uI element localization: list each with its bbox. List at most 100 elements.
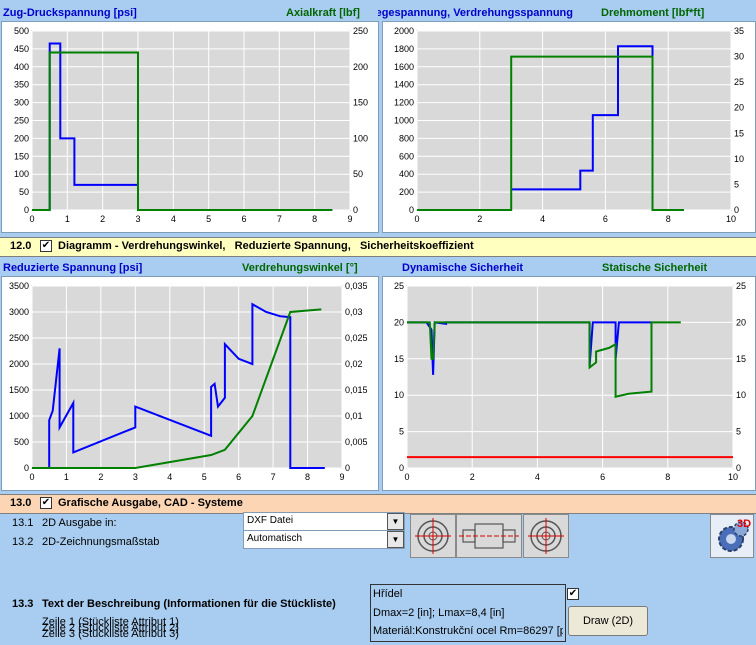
section-12-checkbox[interactable]: ✔ [40, 240, 52, 252]
side-view-button[interactable] [456, 514, 522, 558]
chart1-y-tick-label: 350 [14, 80, 29, 90]
row-13-3-title: Text der Beschreibung (Informationen für… [42, 598, 336, 610]
chart2-y-tick-label: 0 [409, 205, 414, 215]
section-12-header: 12.0 ✔ Diagramm - Verdrehungswinkel, Red… [0, 237, 756, 257]
chart1-x-tick-label: 0 [29, 214, 34, 224]
output-format-select[interactable]: DXF Datei ▼ [243, 512, 405, 531]
chart3-y-tick-label: 2500 [9, 333, 29, 343]
chart1-x-tick-label: 3 [135, 214, 140, 224]
chart2-y-tick-label: 1600 [394, 62, 414, 72]
chart1-x-tick-label: 8 [312, 214, 317, 224]
chart1-y2-tick-label: 250 [353, 26, 368, 36]
chart1-x-tick-label: 6 [241, 214, 246, 224]
chart2-y2-tick-label: 10 [734, 154, 744, 164]
row-13-1-label: 2D Ausgabe in: [42, 517, 117, 529]
chart1-x-tick-label: 4 [171, 214, 176, 224]
drawing-scale-select[interactable]: Automatisch ▼ [243, 530, 405, 549]
chevron-down-icon[interactable]: ▼ [387, 513, 404, 530]
chart2-y-tick-label: 1000 [394, 116, 414, 126]
chart3-x-tick-label: 9 [339, 472, 344, 482]
chart1-y-tick-label: 150 [14, 151, 29, 161]
chart2-y-tick-label: 800 [399, 133, 414, 143]
line-3-label: Zeile 3 (Stückliste Attribut 3) [42, 628, 179, 640]
chart4-x-tick-label: 8 [665, 472, 670, 482]
chart4-y-tick-label: 5 [399, 427, 404, 437]
chart4-y-tick-label: 15 [394, 354, 404, 364]
row-13-2-label: 2D-Zeichnungsmaßstab [42, 536, 160, 548]
chart1-y-tick-label: 250 [14, 116, 29, 126]
chart2-y2-tick-label: 15 [734, 128, 744, 138]
chart2-x-tick-label: 8 [666, 214, 671, 224]
chart2-left-title: Biegespannung, Verdrehungsspannung [378, 7, 573, 19]
chart3-y2-tick-label: 0,015 [345, 385, 368, 395]
chart3-y2-tick-label: 0,03 [345, 307, 363, 317]
description-fields: Hřídel Dmax=2 [in]; Lmax=8,4 [in] Materi… [370, 584, 566, 642]
chart4-y2-tick-label: 15 [736, 354, 746, 364]
section-13-number: 13.0 [10, 497, 32, 509]
chart1-left-title: Zug-Druckspannung [psi] [3, 7, 137, 19]
chart4-x-tick-label: 0 [404, 472, 409, 482]
chart1: 0 1 2 3 4 5 6 7 8 9 0 50 100 150 200 250 300 350 400 450 500… [1, 21, 379, 233]
chart1-y-tick-label: 450 [14, 44, 29, 54]
circle-view-icon [415, 518, 451, 554]
section-13-checkbox[interactable]: ✔ [40, 497, 52, 509]
chart2-y2-tick-label: 20 [734, 103, 744, 113]
chart3-y-tick-label: 500 [14, 437, 29, 447]
chart2-x-tick-label: 4 [540, 214, 545, 224]
chart3-y2-tick-label: 0,005 [345, 437, 368, 447]
drawing-scale-value: Automatisch [247, 533, 303, 544]
chart1-y-tick-label: 0 [24, 205, 29, 215]
chart1-x-tick-label: 2 [100, 214, 105, 224]
row-13-2-number: 13.2 [12, 536, 34, 548]
gear-3d-icon: 3D [718, 518, 751, 552]
line-2-input[interactable]: Dmax=2 [in]; Lmax=8,4 [in] [373, 607, 563, 619]
row-13-1-number: 13.1 [12, 517, 34, 529]
draw-2d-button[interactable]: Draw (2D) [568, 606, 648, 636]
chart3-y2-tick-label: 0,025 [345, 333, 368, 343]
chart1-y-tick-label: 100 [14, 169, 29, 179]
section-13-header: 13.0 ✔ Grafische Ausgabe, CAD - Systeme [0, 494, 756, 514]
chart3-left-title: Reduzierte Spannung [psi] [3, 262, 143, 274]
chart3-y-tick-label: 3500 [9, 281, 29, 291]
chart1-y2-tick-label: 150 [353, 98, 368, 108]
chart2-y-tick-label: 400 [399, 169, 414, 179]
chart4-y2-tick-label: 25 [736, 281, 746, 291]
chart4-y-tick-label: 0 [399, 463, 404, 473]
chart3-x-tick-label: 7 [271, 472, 276, 482]
chart3-x-tick-label: 6 [236, 472, 241, 482]
left-view-button[interactable] [410, 514, 456, 558]
chart3-x-tick-label: 2 [98, 472, 103, 482]
chart3-x-tick-label: 3 [133, 472, 138, 482]
chart1-y-tick-label: 200 [14, 133, 29, 143]
chart3-y2-tick-label: 0,01 [345, 411, 363, 421]
chart4-y2-tick-label: 5 [736, 427, 741, 437]
chart2-y-tick-label: 1200 [394, 98, 414, 108]
chart2-x-tick-label: 2 [477, 214, 482, 224]
attributes-checkbox[interactable]: ✔ [567, 588, 579, 600]
chart4-x-tick-label: 4 [535, 472, 540, 482]
chart1-x-tick-label: 7 [277, 214, 282, 224]
line-3-input[interactable]: Materiál:Konstrukční ocel Rm=86297 [psi] [373, 625, 563, 637]
chart3-y-tick-label: 2000 [9, 359, 29, 369]
chart3-y2-tick-label: 0 [345, 463, 350, 473]
chart4-y-tick-label: 25 [394, 281, 404, 291]
chart3-plot-area [31, 285, 343, 469]
cad-3d-button[interactable]: 3D [710, 514, 754, 558]
chart1-y-tick-label: 300 [14, 98, 29, 108]
line-1-input[interactable]: Hřídel [373, 588, 563, 600]
chart3: 0 1 2 3 4 5 6 7 8 9 0 500 1000 1500 2000 2500 3000 3500 0 0… [1, 276, 379, 491]
logo-3d-text: 3D [737, 518, 751, 530]
output-format-value: DXF Datei [247, 515, 294, 526]
chevron-down-icon[interactable]: ▼ [387, 531, 404, 548]
section-12-number: 12.0 [10, 240, 32, 252]
chart4-y-tick-label: 10 [394, 390, 404, 400]
chart3-y2-tick-label: 0,02 [345, 359, 363, 369]
chart1-y2-tick-label: 0 [353, 205, 358, 215]
chart2: 0 2 4 6 8 10 0 200 400 600 800 1000 1200 1400 1600 1800… [382, 21, 756, 233]
chart2-y2-tick-label: 25 [734, 77, 744, 87]
right-view-button[interactable] [523, 514, 569, 558]
chart4-x-tick-label: 6 [600, 472, 605, 482]
chart1-x-tick-label: 9 [347, 214, 352, 224]
chart3-y-tick-label: 1500 [9, 385, 29, 395]
section-12-title: Diagramm - Verdrehungswinkel, Reduzierte… [58, 240, 474, 252]
